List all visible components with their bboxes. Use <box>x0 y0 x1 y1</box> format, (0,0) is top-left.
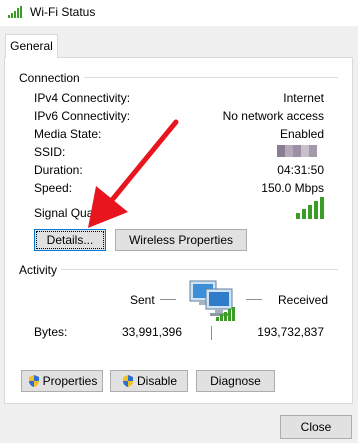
ipv6-label: IPv6 Connectivity: <box>34 109 131 123</box>
speed-value: 150.0 Mbps <box>261 181 324 195</box>
sent-line <box>160 299 176 300</box>
activity-heading: Activity <box>19 263 62 277</box>
bytes-received-value: 193,732,837 <box>257 325 324 339</box>
connection-heading: Connection <box>19 71 84 85</box>
duration-value: 04:31:50 <box>277 163 324 177</box>
bytes-label: Bytes: <box>34 325 68 339</box>
ssid-value-redacted <box>277 145 321 157</box>
sent-label: Sent <box>130 293 155 307</box>
properties-label: Properties <box>42 374 98 388</box>
wireless-properties-button[interactable]: Wireless Properties <box>115 229 247 251</box>
details-button-label: Details... <box>36 231 104 249</box>
uac-shield-icon <box>122 375 133 387</box>
media-state-value: Enabled <box>279 127 324 141</box>
wifi-signal-icon <box>8 6 22 18</box>
received-line <box>246 299 262 300</box>
duration-label: Duration: <box>34 163 83 177</box>
activity-signal-icon <box>216 307 235 321</box>
received-label: Received <box>278 293 329 307</box>
ipv4-label: IPv4 Connectivity: <box>34 91 131 105</box>
window-title: Wi-Fi Status <box>30 5 96 19</box>
ssid-label: SSID: <box>34 145 66 159</box>
diagnose-button[interactable]: Diagnose <box>196 370 275 392</box>
media-state-label: Media State: <box>34 127 102 141</box>
close-button[interactable]: Close <box>280 415 352 439</box>
details-button[interactable]: Details... <box>34 229 106 251</box>
tab-general[interactable]: General <box>5 34 58 58</box>
activity-divider <box>20 269 338 270</box>
signal-quality-label: Signal Quality <box>34 206 109 220</box>
ipv6-value: No network access <box>222 109 324 123</box>
disable-label: Disable <box>136 374 178 388</box>
disable-button[interactable]: Disable <box>110 370 188 392</box>
uac-shield-icon <box>28 375 39 387</box>
signal-quality-icon <box>296 197 324 219</box>
activity-center-line <box>211 326 212 340</box>
bytes-sent-value: 33,991,396 <box>121 325 182 339</box>
speed-label: Speed: <box>34 181 73 195</box>
title-bar: Wi-Fi Status <box>0 0 358 26</box>
ipv4-value: Internet <box>283 91 324 105</box>
properties-button[interactable]: Properties <box>21 370 103 392</box>
